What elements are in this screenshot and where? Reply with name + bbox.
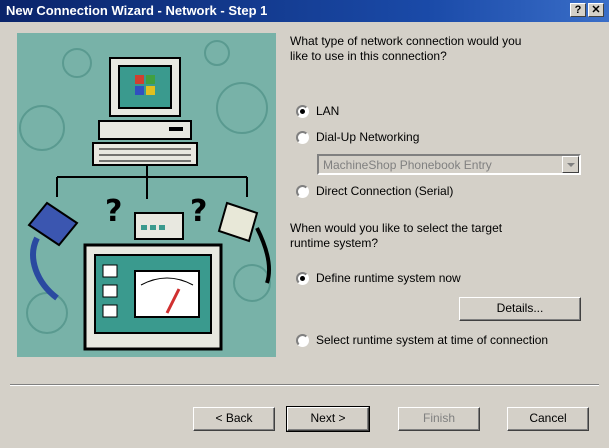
radio-indicator[interactable] — [296, 271, 309, 285]
cancel-button[interactable]: Cancel — [507, 407, 589, 431]
details-button[interactable]: Details... — [459, 297, 581, 321]
footer-divider — [10, 384, 599, 386]
phonebook-value: MachineShop Phonebook Entry — [323, 158, 492, 172]
window-title: New Connection Wizard - Network - Step 1 — [6, 3, 268, 18]
close-button[interactable]: ✕ — [588, 3, 604, 17]
runtime-question: When would you like to select the target… — [290, 221, 503, 250]
radio-define-runtime[interactable]: Define runtime system now — [296, 270, 461, 286]
network-illustration: ? ? — [17, 33, 276, 357]
radio-label: Define runtime system now — [316, 271, 461, 285]
radio-label: LAN — [316, 104, 340, 118]
next-button[interactable]: Next > — [286, 406, 370, 432]
finish-button[interactable]: Finish — [398, 407, 480, 431]
radio-select-runtime-later[interactable]: Select runtime system at time of connect… — [296, 332, 548, 348]
radio-indicator[interactable] — [296, 130, 309, 144]
radio-label: Select runtime system at time of connect… — [316, 333, 549, 347]
wizard-window: New Connection Wizard - Network - Step 1… — [0, 0, 609, 448]
radio-lan[interactable]: LAN — [296, 103, 339, 119]
connection-type-question: What type of network connection would yo… — [290, 34, 522, 63]
svg-text:?: ? — [105, 194, 122, 229]
radio-indicator[interactable] — [296, 184, 309, 198]
radio-label: Dial-Up Networking — [316, 130, 420, 144]
runtime-panel-icon — [83, 243, 223, 351]
phonebook-combo[interactable]: MachineShop Phonebook Entry — [317, 154, 581, 175]
svg-text:?: ? — [190, 194, 207, 229]
radio-label: Direct Connection (Serial) — [316, 184, 454, 198]
title-bar[interactable]: New Connection Wizard - Network - Step 1… — [0, 0, 609, 22]
radio-indicator[interactable] — [296, 333, 309, 347]
chevron-down-icon[interactable] — [562, 156, 579, 173]
radio-direct-connection[interactable]: Direct Connection (Serial) — [296, 183, 453, 199]
radio-dialup[interactable]: Dial-Up Networking — [296, 129, 419, 145]
radio-indicator[interactable] — [296, 104, 309, 118]
help-button[interactable]: ? — [570, 3, 586, 17]
back-button[interactable]: < Back — [193, 407, 275, 431]
computer-icon — [92, 57, 198, 166]
